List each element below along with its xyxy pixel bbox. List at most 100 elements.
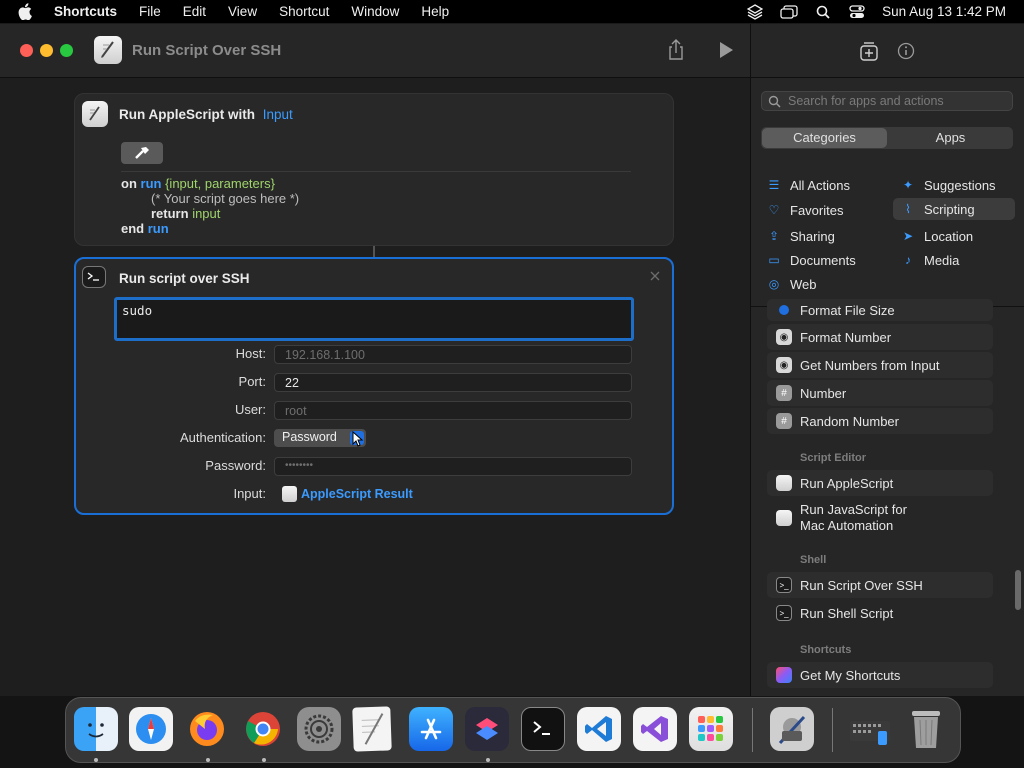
minimize-window-button[interactable] <box>40 44 53 57</box>
menu-shortcut[interactable]: Shortcut <box>279 4 329 19</box>
category-favorites[interactable]: ♡ Favorites <box>767 199 844 221</box>
share-icon: ⇪ <box>768 229 780 243</box>
menu-bar-clock[interactable]: Sun Aug 13 1:42 PM <box>882 4 1006 19</box>
action-label: Run Shell Script <box>800 605 894 621</box>
action-format-file-size[interactable]: Format File Size <box>767 299 993 321</box>
category-sharing[interactable]: ⇪ Sharing <box>767 225 835 247</box>
run-applescript-action-card[interactable]: Run AppleScript with Input on run {input… <box>74 93 674 246</box>
action-label: Random Number <box>800 413 899 429</box>
code-divider <box>121 171 631 172</box>
category-label: All Actions <box>790 177 850 193</box>
input-variable-name: AppleScript Result <box>301 487 413 501</box>
apple-logo-icon[interactable] <box>18 3 36 21</box>
category-documents[interactable]: ▭ Documents <box>767 249 856 271</box>
firefox-icon[interactable] <box>185 707 229 751</box>
menu-app-name[interactable]: Shortcuts <box>54 4 117 19</box>
run-shortcut-play-icon[interactable] <box>718 41 734 59</box>
script-icon[interactable] <box>94 36 122 64</box>
code-keyword: return <box>151 206 189 221</box>
tab-apps[interactable]: Apps <box>888 127 1013 149</box>
safari-icon[interactable] <box>129 707 173 751</box>
close-icon[interactable] <box>650 269 662 281</box>
code-keyword: on <box>121 176 137 191</box>
host-field[interactable]: 192.168.1.100 <box>274 345 632 364</box>
menu-view[interactable]: View <box>228 4 257 19</box>
action-random-number[interactable]: # Random Number <box>767 408 993 434</box>
ssh-script-input[interactable]: sudo <box>114 297 634 341</box>
menu-window[interactable]: Window <box>351 4 399 19</box>
action-label: Run Script Over SSH <box>800 577 923 593</box>
authentication-label: Authentication: <box>179 430 266 445</box>
category-label: Media <box>924 252 960 268</box>
category-all-actions[interactable]: ☰ All Actions <box>767 174 850 196</box>
vscode-icon[interactable] <box>577 707 621 751</box>
action-run-javascript[interactable]: Run JavaScript for Mac Automation <box>767 500 993 536</box>
section-header-shortcuts: Shortcuts <box>800 644 852 656</box>
trash-icon[interactable] <box>904 707 948 751</box>
layers-icon[interactable] <box>746 3 764 20</box>
category-media[interactable]: ♪ Media <box>901 249 959 271</box>
action-search-input[interactable]: Search for apps and actions <box>761 91 1013 111</box>
chrome-icon[interactable] <box>241 707 285 751</box>
action-number[interactable]: # Number <box>767 380 993 406</box>
category-label: Documents <box>790 252 856 268</box>
control-center-icon[interactable] <box>848 4 866 20</box>
app-store-icon[interactable] <box>409 707 453 751</box>
input-variable-token[interactable]: Input <box>263 107 293 122</box>
sidebar-scrollbar[interactable] <box>1015 570 1021 610</box>
shortcuts-window: Run Script Over SSH Run AppleScript with… <box>0 24 1024 696</box>
tab-categories[interactable]: Categories <box>762 128 887 148</box>
windows-icon[interactable] <box>780 4 798 20</box>
launchpad-icon[interactable] <box>689 707 733 751</box>
authentication-value: Password <box>282 430 337 444</box>
password-field[interactable]: •••••••• <box>274 457 632 476</box>
run-ssh-action-card[interactable]: Run script over SSH sudo Host: 192.168.1… <box>74 257 674 515</box>
shortcuts-icon <box>776 667 792 683</box>
action-get-my-shortcuts[interactable]: Get My Shortcuts <box>767 662 993 688</box>
user-field[interactable]: root <box>274 401 632 420</box>
running-indicator <box>206 758 210 762</box>
input-variable-token[interactable]: AppleScript Result <box>282 486 413 502</box>
port-field[interactable]: 22 <box>274 373 632 392</box>
window-title[interactable]: Run Script Over SSH <box>132 42 281 59</box>
visual-studio-icon[interactable] <box>633 707 677 751</box>
dock <box>65 697 961 763</box>
user-label: User: <box>234 402 266 417</box>
category-suggestions[interactable]: ✦ Suggestions <box>901 174 996 196</box>
zoom-window-button[interactable] <box>60 44 73 57</box>
finder-icon[interactable] <box>74 707 118 751</box>
action-run-shell-script[interactable]: >_ Run Shell Script <box>767 600 993 626</box>
applescript-code-editor[interactable]: on run {input, parameters} (* Your scrip… <box>121 176 299 236</box>
document-icon: ▭ <box>768 253 780 267</box>
downloads-stack-icon[interactable] <box>848 707 892 751</box>
action-label: Number <box>800 385 847 401</box>
menu-help[interactable]: Help <box>421 4 449 19</box>
menu-edit[interactable]: Edit <box>183 4 206 19</box>
category-web[interactable]: ◎ Web <box>767 273 817 295</box>
category-location[interactable]: ➤ Location <box>901 225 973 247</box>
password-label: Password: <box>205 458 266 473</box>
action-run-script-over-ssh[interactable]: >_ Run Script Over SSH <box>767 572 993 598</box>
action-run-applescript[interactable]: Run AppleScript <box>767 470 993 496</box>
compile-button[interactable] <box>121 142 163 164</box>
textedit-icon[interactable] <box>352 706 392 752</box>
terminal-icon <box>82 266 106 288</box>
share-icon[interactable] <box>666 39 686 61</box>
category-label: Suggestions <box>924 177 996 193</box>
info-icon[interactable] <box>897 42 915 60</box>
terminal-app-icon[interactable] <box>521 707 565 751</box>
action-library-icon[interactable] <box>859 40 879 62</box>
shortcuts-app-icon[interactable] <box>465 707 509 751</box>
spotlight-search-icon[interactable] <box>814 4 832 20</box>
category-scripting[interactable]: ⌇ Scripting <box>893 198 1015 220</box>
categories-apps-segmented-control: Categories Apps <box>761 127 1013 149</box>
close-window-button[interactable] <box>20 44 33 57</box>
system-settings-icon[interactable] <box>297 707 341 751</box>
action-format-number[interactable]: ◉ Format Number <box>767 324 993 350</box>
hammer-icon <box>135 147 149 159</box>
action-library-sidebar: Search for apps and actions Categories A… <box>750 24 1024 696</box>
menu-file[interactable]: File <box>139 4 161 19</box>
action-get-numbers-from-input[interactable]: ◉ Get Numbers from Input <box>767 352 993 378</box>
list-icon: ☰ <box>768 178 780 192</box>
script-editor-app-icon[interactable] <box>770 707 814 751</box>
